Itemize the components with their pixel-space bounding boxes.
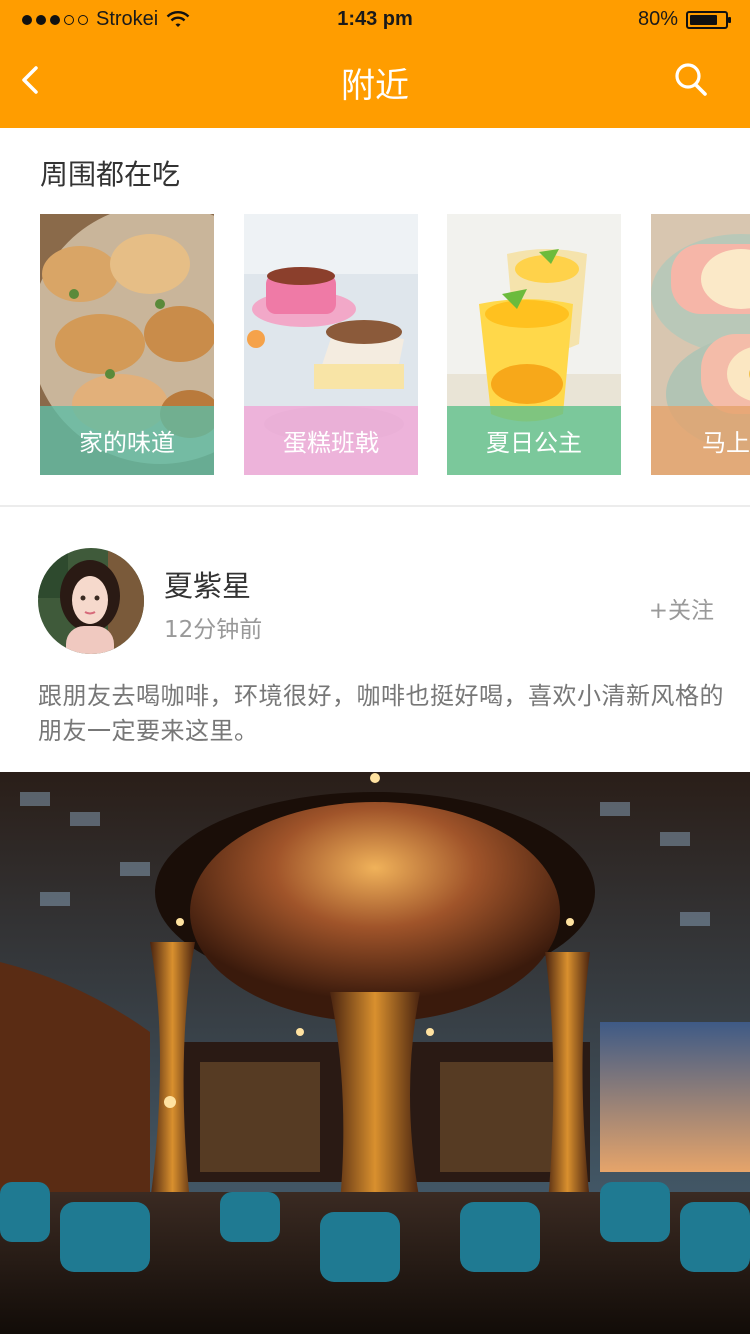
food-carousel[interactable]: 家的味道 蛋糕班戟 夏日公主 马上	[40, 214, 750, 475]
food-card-label: 家的味道	[40, 406, 214, 475]
section-title: 周围都在吃	[40, 158, 181, 191]
battery-percent: 80%	[637, 8, 678, 30]
post-text: 跟朋友去喝咖啡，环境很好，咖啡也挺好喝，喜欢小清新风格的朋友一定要来这里。	[38, 682, 724, 745]
post-time: 12分钟前	[164, 617, 263, 643]
food-card[interactable]: 夏日公主	[447, 214, 621, 475]
food-card[interactable]: 马上解	[651, 214, 750, 475]
food-card-label: 夏日公主	[447, 406, 621, 475]
follow-button[interactable]: +关注	[649, 591, 714, 625]
status-bar: Strokei 1:43 pm 80%	[0, 0, 750, 40]
search-icon[interactable]	[672, 60, 710, 100]
food-card-label: 马上解	[651, 406, 750, 475]
top-bar: Strokei 1:43 pm 80% 附近	[0, 0, 750, 128]
avatar[interactable]	[38, 548, 144, 654]
battery-icon	[686, 10, 731, 29]
nav-bar: 附近	[0, 40, 750, 128]
username[interactable]: 夏紫星	[164, 563, 251, 605]
post-photo[interactable]	[0, 772, 750, 1334]
food-card[interactable]: 蛋糕班戟	[244, 214, 418, 475]
section-divider	[0, 505, 750, 507]
food-card[interactable]: 家的味道	[40, 214, 214, 475]
page-title: 附近	[341, 66, 409, 106]
food-card-label: 蛋糕班戟	[244, 406, 418, 475]
